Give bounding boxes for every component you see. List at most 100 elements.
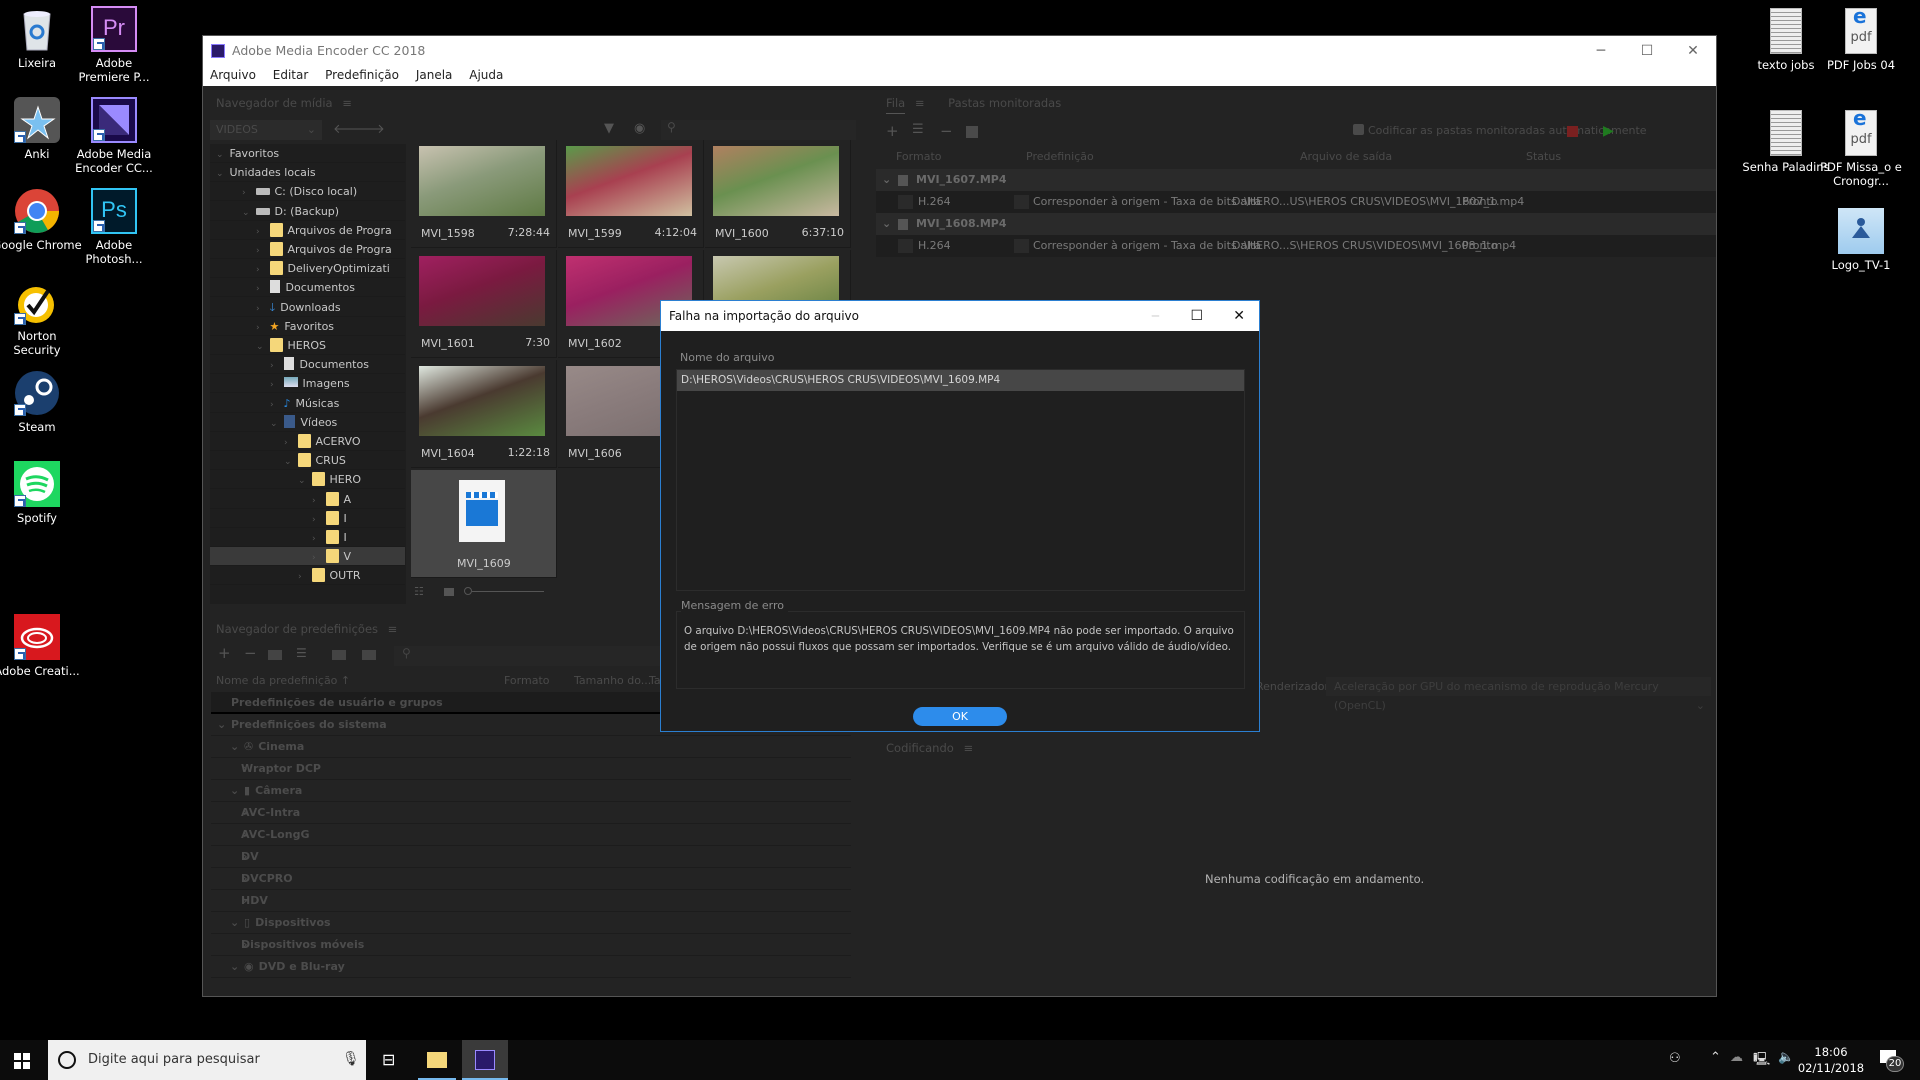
chevron-down-icon[interactable]: ⌄ (882, 169, 891, 191)
network-icon[interactable]: 🖳 (1753, 1050, 1770, 1072)
preset-row[interactable]: › AVC-Intra (211, 802, 851, 824)
chevron-down-icon[interactable]: ⌄ (230, 736, 239, 758)
tree-item[interactable]: › 🡓 Downloads (210, 298, 405, 317)
remove-button[interactable]: − (940, 122, 953, 140)
renderer-dropdown[interactable]: Aceleração por GPU do mecanismo de repro… (1326, 677, 1711, 712)
chevron-down-icon[interactable]: ⌄ (256, 338, 266, 354)
media-thumbnail[interactable]: MVI_1609 (411, 470, 557, 578)
encoding-title[interactable]: Codificando (886, 741, 954, 755)
people-icon[interactable]: ⚇ (1669, 1051, 1681, 1066)
column-nome-predefinicao[interactable]: Nome da predefinição ↑ (216, 674, 350, 687)
search-box[interactable]: Digite aqui para pesquisar 🎙 (48, 1040, 366, 1080)
forward-arrow-icon[interactable]: 🡒 (350, 121, 385, 137)
queue-source-row[interactable]: ⌄ MVI_1607.MP4 (876, 169, 1716, 191)
chevron-down-icon[interactable]: ⌄ (230, 912, 239, 934)
desktop-icon-steam[interactable]: Steam (0, 370, 82, 434)
chevron-down-icon[interactable]: ⌄ (216, 146, 226, 162)
tree-item[interactable]: › Documentos (210, 278, 405, 298)
preset-settings-button[interactable]: ☰ (296, 646, 307, 660)
menu-ajuda[interactable]: Ajuda (469, 68, 503, 82)
preset-row[interactable]: › Dispositivos móveis (211, 934, 851, 956)
column-formato[interactable]: Formato (504, 674, 550, 687)
chevron-down-icon[interactable]: ⌄ (242, 204, 252, 220)
add-source-button[interactable]: + (886, 122, 899, 140)
preset-row[interactable]: ⌄ ◉ DVD e Blu-ray (211, 956, 851, 978)
media-thumbnail[interactable]: MVI_1601 7:30 (411, 250, 557, 358)
tree-item[interactable]: › V (210, 547, 405, 567)
menu-janela[interactable]: Janela (416, 68, 453, 82)
preset-dropdown[interactable] (1014, 195, 1029, 209)
tree-item[interactable]: › I (210, 509, 405, 528)
chevron-right-icon[interactable]: › (242, 184, 252, 200)
filter-icon[interactable]: ▼ (604, 121, 614, 136)
queue-source-row[interactable]: ⌄ MVI_1608.MP4 (876, 213, 1716, 235)
desktop-icon-premiere[interactable]: Pr Adobe Premiere P... (69, 6, 159, 84)
desktop-icon-creative-cloud[interactable]: Adobe Creati... (0, 614, 82, 678)
chevron-right-icon[interactable]: › (256, 300, 266, 316)
preset-row[interactable]: › DV (211, 846, 851, 868)
tree-item[interactable]: › ♪ Músicas (210, 394, 405, 413)
chevron-down-icon[interactable]: ⌄ (230, 780, 239, 802)
desktop-icon-norton[interactable]: Norton Security (0, 279, 82, 357)
chevron-right-icon[interactable]: › (270, 376, 280, 392)
maximize-button[interactable]: ☐ (1624, 36, 1670, 66)
chevron-right-icon[interactable]: › (256, 223, 266, 239)
desktop-icon-photoshop[interactable]: Ps Adobe Photosh... (69, 188, 159, 266)
panel-menu-icon[interactable]: ≡ (342, 96, 352, 110)
chevron-right-icon[interactable]: › (312, 492, 322, 508)
dialog-minimize-button[interactable]: ─ (1152, 301, 1159, 331)
column-formato[interactable]: Formato (896, 150, 942, 163)
close-button[interactable]: ✕ (1670, 36, 1716, 66)
media-thumbnail[interactable]: MVI_1599 4:12:04 (558, 140, 704, 248)
chevron-down-icon[interactable]: ⌄ (270, 415, 280, 431)
column-status[interactable]: Status (1526, 150, 1561, 163)
ok-button[interactable]: OK (913, 707, 1007, 726)
preset-row[interactable]: › HDV (211, 890, 851, 912)
queue-output-row[interactable]: H.264 Corresponder à origem - Taxa de bit… (876, 191, 1716, 213)
panel-menu-icon[interactable]: ≡ (388, 622, 398, 636)
queue-output-row[interactable]: H.264 Corresponder à origem - Taxa de bit… (876, 235, 1716, 257)
new-group-button[interactable] (268, 650, 282, 660)
media-thumbnail[interactable]: MVI_1600 6:37:10 (705, 140, 851, 248)
notification-center[interactable]: 20 (1880, 1048, 1904, 1072)
preset-row[interactable]: ⌄ ✇ Cinema (211, 736, 851, 758)
tree-item[interactable]: › Arquivos de Progra (210, 240, 405, 259)
zoom-slider[interactable] (472, 591, 544, 592)
tree-item[interactable]: › ACERVO (210, 432, 405, 451)
format-dropdown[interactable] (898, 239, 913, 253)
panel-menu-icon[interactable]: ≡ (963, 741, 973, 755)
menu-editar[interactable]: Editar (273, 68, 309, 82)
media-thumbnail[interactable]: MVI_1604 1:22:18 (411, 360, 557, 468)
preset-row[interactable]: › Wraptor DCP (211, 758, 851, 780)
column-tamanho[interactable]: Tamanho do... (574, 674, 651, 687)
preset-row[interactable]: ⌄ ▮ Câmera (211, 780, 851, 802)
format-dropdown[interactable] (898, 195, 913, 209)
dialog-maximize-button[interactable]: ☐ (1190, 301, 1203, 331)
microphone-icon[interactable]: 🎙 (342, 1051, 360, 1067)
chevron-right-icon[interactable]: › (256, 242, 266, 258)
desktop-icon-pdf-jobs[interactable]: e pdf PDF Jobs 04 (1816, 6, 1906, 72)
tree-item[interactable]: › Arquivos de Progra (210, 221, 405, 240)
tree-item[interactable]: ⌄ CRUS (210, 451, 405, 471)
windows-start-icon[interactable] (14, 1053, 30, 1069)
tree-item[interactable]: ⌄ HEROS (210, 336, 405, 355)
chevron-right-icon[interactable]: › (312, 530, 322, 546)
chevron-right-icon[interactable]: › (284, 434, 294, 450)
tree-item[interactable]: › C: (Disco local) (210, 182, 405, 202)
preset-row[interactable]: › DVCPRO (211, 868, 851, 890)
format-value[interactable]: H.264 (918, 191, 951, 213)
desktop-icon-logo-tv[interactable]: Logo_TV-1 (1816, 208, 1906, 272)
tree-item[interactable]: › A (210, 490, 405, 509)
media-encoder-taskbar-button[interactable] (462, 1040, 508, 1080)
chevron-right-icon[interactable]: › (312, 549, 322, 565)
media-browser-title[interactable]: Navegador de mídia (216, 96, 333, 110)
zoom-slider-handle[interactable] (464, 587, 472, 595)
chevron-right-icon[interactable]: › (312, 511, 322, 527)
volume-icon[interactable]: 🔈 (1778, 1050, 1794, 1065)
file-explorer-taskbar-button[interactable] (418, 1040, 456, 1080)
file-list-item[interactable]: D:\HEROS\Videos\CRUS\HEROS CRUS\VIDEOS\M… (677, 370, 1244, 391)
tree-item[interactable]: › DeliveryOptimizati (210, 259, 405, 279)
tree-item[interactable]: ⌄ Vídeos (210, 413, 405, 432)
chevron-down-icon[interactable]: ⌄ (298, 472, 308, 488)
column-ta[interactable]: Ta (649, 674, 661, 687)
